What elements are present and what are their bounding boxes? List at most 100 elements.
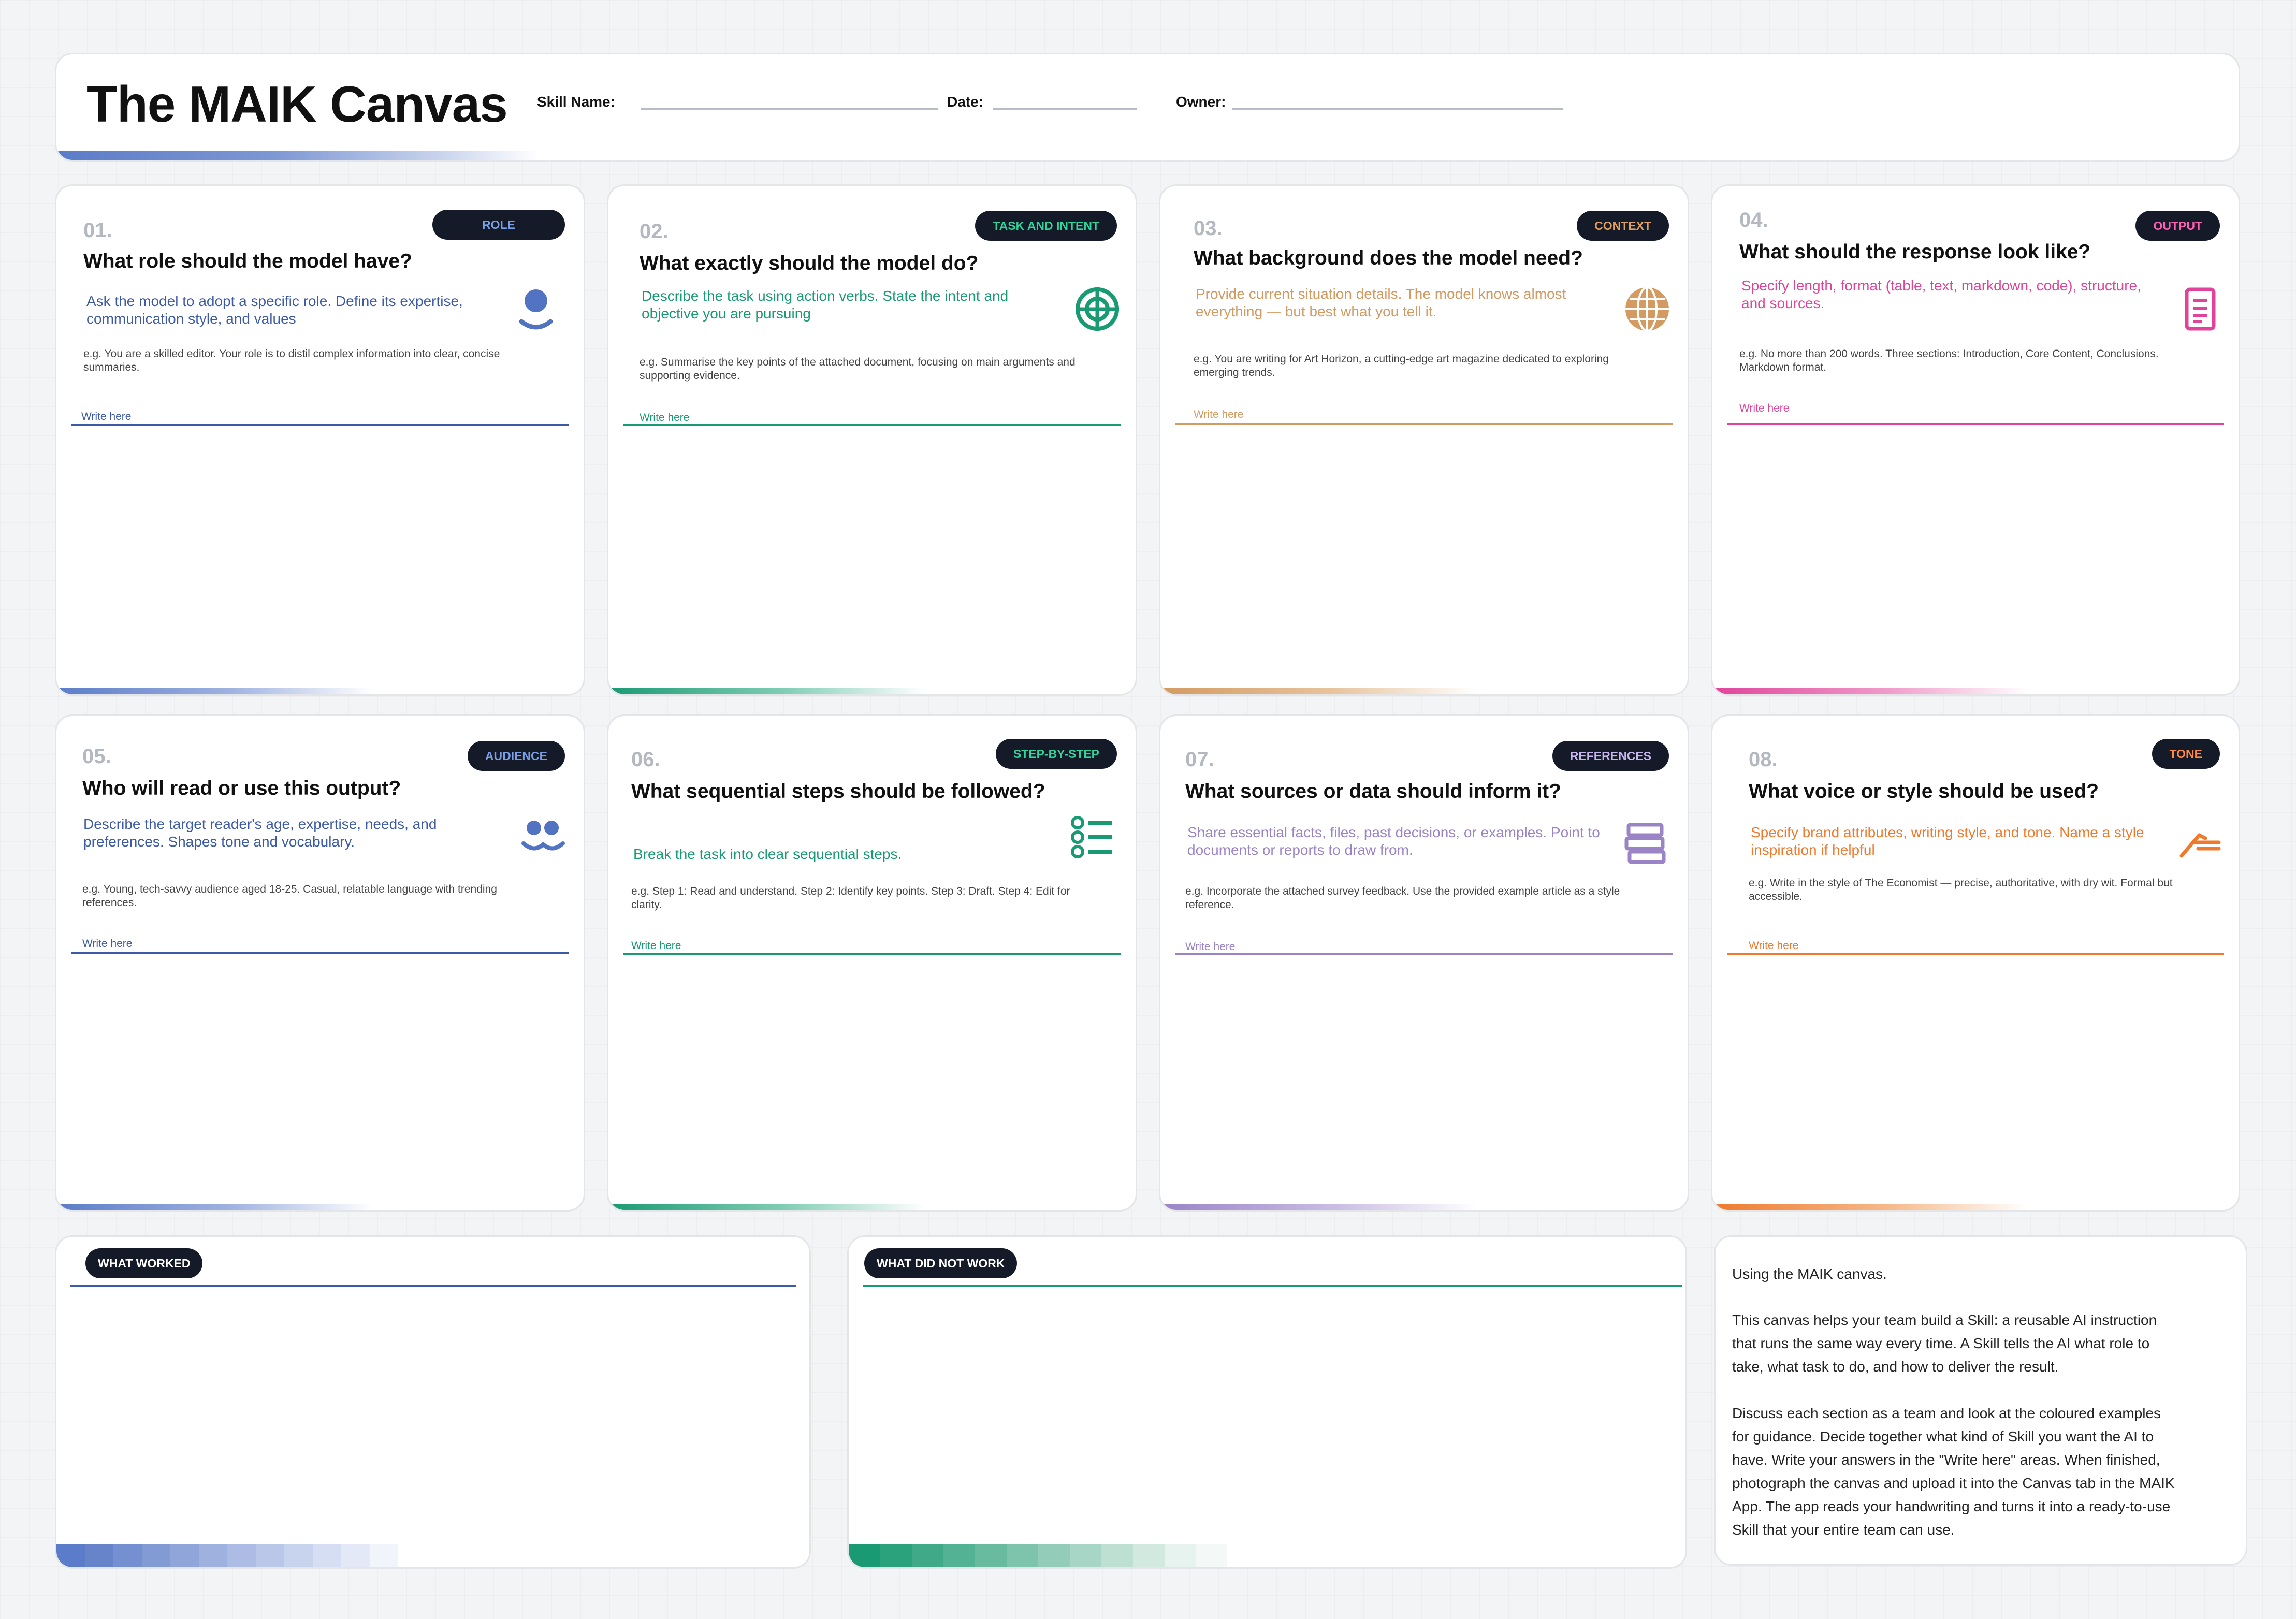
card-references: 07. REFERENCES What sources or data shou… [1159, 714, 1689, 1212]
card-number: 02. [640, 220, 669, 243]
card-number: 08. [1749, 748, 1778, 771]
tag-tone: TONE [2152, 739, 2220, 769]
tag-step-by-step: STEP-BY-STEP [995, 739, 1117, 769]
card-question: What sequential steps should be followed… [631, 780, 1045, 803]
globe-icon [1622, 284, 1672, 334]
write-here-label: Write here [631, 940, 681, 952]
instructions-panel: Using the MAIK canvas. This canvas helps… [1714, 1235, 2247, 1566]
page-title: The MAIK Canvas [86, 76, 508, 133]
card-description: Describe the target reader's age, expert… [83, 816, 437, 850]
write-here-label: Write here [1185, 941, 1236, 953]
write-here-label: Write here [1194, 409, 1244, 420]
tag-role: ROLE [432, 210, 565, 240]
card-description: Share essential facts, files, past decis… [1187, 824, 1600, 858]
steps-icon [1067, 812, 1117, 862]
card-question: What exactly should the model do? [640, 252, 979, 274]
tag-output: OUTPUT [2135, 211, 2220, 241]
what-worked-accent-blocks [56, 1544, 398, 1567]
card-output: 04. OUTPUT What should the response look… [1711, 184, 2240, 696]
write-here-field[interactable] [1727, 953, 2224, 955]
card-task-and-intent: 02. TASK AND INTENT What exactly should … [607, 184, 1137, 696]
card-context: 03. CONTEXT What background does the mod… [1159, 184, 1689, 696]
write-here-field[interactable] [71, 424, 569, 426]
card-description: Provide current situation details. The m… [1196, 286, 1566, 319]
document-icon [2175, 284, 2225, 334]
what-did-not-work-tag: WHAT DID NOT WORK [864, 1248, 1018, 1278]
card-example: e.g. Step 1: Read and understand. Step 2… [631, 885, 1070, 911]
card-number: 04. [1739, 209, 1768, 231]
date-field[interactable] [993, 108, 1137, 110]
instructions-title: Using the MAIK canvas. [1732, 1266, 1887, 1282]
card-description: Ask the model to adopt a specific role. … [86, 293, 463, 327]
write-here-label: Write here [1739, 402, 1790, 414]
write-here-field[interactable] [1727, 423, 2224, 425]
what-worked-panel: WHAT WORKED [55, 1235, 811, 1569]
card-accent-bar [1712, 1204, 2028, 1210]
card-question: Who will read or use this output? [82, 777, 401, 799]
what-did-not-work-accent-blocks [849, 1544, 1227, 1567]
write-here-field[interactable] [1175, 423, 1673, 425]
owner-label: Owner: [1176, 94, 1226, 110]
card-description: Specify brand attributes, writing style,… [1751, 824, 2144, 858]
write-here-field[interactable] [1175, 953, 1673, 955]
write-here-field[interactable] [71, 952, 569, 954]
what-did-not-work-panel: WHAT DID NOT WORK [847, 1235, 1687, 1569]
card-example: e.g. No more than 200 words. Three secti… [1739, 348, 2159, 373]
owner-field[interactable] [1232, 108, 1563, 110]
canvas-header: The MAIK Canvas Skill Name: Date: Owner: [55, 53, 2240, 162]
card-accent-bar [1160, 688, 1477, 694]
card-example: e.g. You are writing for Art Horizon, a … [1194, 353, 1609, 378]
card-number: 05. [82, 745, 111, 768]
card-role: 01. ROLE What role should the model have… [55, 184, 585, 696]
card-audience: 05. AUDIENCE Who will read or use this o… [55, 714, 585, 1212]
card-description: Describe the task using action verbs. St… [642, 288, 1009, 322]
tag-references: REFERENCES [1552, 741, 1669, 771]
card-number: 06. [631, 748, 660, 771]
card-description: Break the task into clear sequential ste… [633, 846, 902, 862]
tag-context: CONTEXT [1577, 211, 1669, 241]
write-here-field[interactable] [623, 424, 1121, 426]
card-example: e.g. Summarise the key points of the att… [640, 356, 1076, 382]
skill-name-field[interactable] [641, 108, 938, 110]
person-icon [512, 285, 562, 335]
card-tone: 08. TONE What voice or style should be u… [1711, 714, 2240, 1212]
pen-icon [2175, 818, 2225, 867]
what-worked-tag: WHAT WORKED [85, 1248, 203, 1278]
card-question: What should the response look like? [1739, 241, 2091, 263]
what-did-not-work-field[interactable] [863, 1285, 1682, 1287]
card-example: e.g. Young, tech-savvy audience aged 18-… [82, 883, 497, 909]
card-step-by-step: 06. STEP-BY-STEP What sequential steps s… [607, 714, 1137, 1212]
instructions-body: This canvas helps your team build a Skil… [1732, 1308, 2177, 1541]
card-accent-bar [1712, 688, 2028, 694]
card-description: Specify length, format (table, text, mar… [1741, 278, 2141, 311]
what-worked-field[interactable] [70, 1285, 796, 1287]
write-here-field[interactable] [623, 953, 1121, 955]
card-question: What sources or data should inform it? [1185, 780, 1561, 803]
write-here-label: Write here [1749, 940, 1799, 952]
books-icon [1621, 818, 1671, 867]
card-accent-bar [56, 1204, 373, 1210]
card-number: 07. [1185, 748, 1214, 771]
write-here-label: Write here [640, 412, 690, 424]
card-question: What role should the model have? [83, 250, 412, 272]
card-accent-bar [608, 688, 925, 694]
card-example: e.g. Write in the style of The Economist… [1749, 877, 2173, 902]
card-accent-bar [1160, 1204, 1477, 1210]
card-accent-bar [608, 1204, 925, 1210]
skill-name-label: Skill Name: [537, 94, 615, 110]
card-question: What background does the model need? [1194, 247, 1583, 269]
card-number: 03. [1194, 217, 1223, 240]
instructions-paragraph-2: Discuss each section as a team and look … [1732, 1405, 2175, 1538]
write-here-label: Write here [82, 938, 133, 950]
card-question: What voice or style should be used? [1749, 780, 2099, 803]
card-accent-bar [56, 688, 373, 694]
card-example: e.g. Incorporate the attached survey fee… [1185, 885, 1620, 911]
tag-audience: AUDIENCE [467, 741, 565, 771]
write-here-label: Write here [81, 411, 132, 422]
card-example: e.g. You are a skilled editor. Your role… [83, 348, 500, 373]
tag-task-and-intent: TASK AND INTENT [975, 211, 1117, 241]
card-number: 01. [83, 219, 112, 242]
date-label: Date: [947, 94, 984, 110]
audience-icon [518, 809, 568, 859]
instructions-paragraph-1: This canvas helps your team build a Skil… [1732, 1312, 2157, 1375]
